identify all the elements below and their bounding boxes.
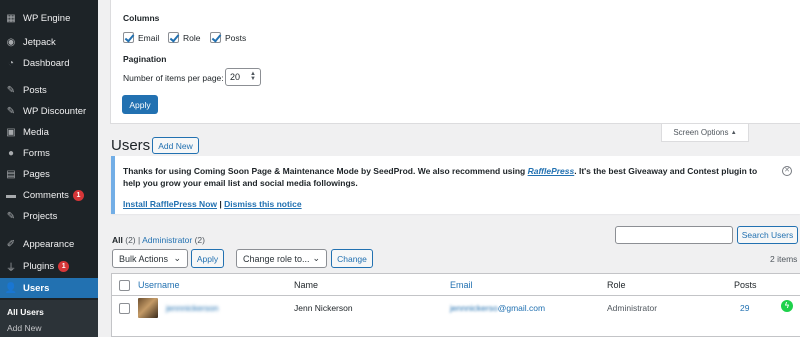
brush-icon: ✐ xyxy=(6,238,16,250)
row-posts-count[interactable]: 29 xyxy=(740,303,749,313)
sidebar-item-media[interactable]: ▣ Media xyxy=(0,122,98,142)
per-page-label: Number of items per page: xyxy=(123,73,224,83)
checkbox-checked-icon xyxy=(168,32,179,43)
media-icon: ▣ xyxy=(6,126,16,138)
pagination-heading: Pagination xyxy=(123,54,167,64)
row-email[interactable]: jennnickerso@gmail.com xyxy=(450,303,545,313)
submenu-all-users[interactable]: All Users xyxy=(7,307,44,317)
user-search-input[interactable] xyxy=(615,226,733,244)
column-header-email[interactable]: Email xyxy=(450,280,473,290)
row-username[interactable]: jennnickerson xyxy=(166,303,218,313)
items-count: 2 items xyxy=(770,254,798,264)
screen-options-panel: Columns Email Role Posts Pagination Numb… xyxy=(110,0,800,124)
column-posts-checkbox[interactable]: Posts xyxy=(210,32,246,43)
plugin-notice: Thanks for using Coming Soon Page & Main… xyxy=(111,156,800,214)
sidebar-item-appearance[interactable]: ✐ Appearance xyxy=(0,234,98,254)
user-icon: 👤 xyxy=(4,282,18,294)
pin-icon: ✎ xyxy=(6,84,16,96)
row-role: Administrator xyxy=(607,303,658,313)
sidebar-item-jetpack[interactable]: ◉ Jetpack xyxy=(0,32,98,52)
spinner-arrows-icon[interactable]: ▲ ▼ xyxy=(250,71,256,82)
column-role-checkbox[interactable]: Role xyxy=(168,32,200,43)
sidebar-item-comments[interactable]: ▬ Comments 1 xyxy=(0,185,98,205)
column-header-role: Role xyxy=(607,280,626,290)
comments-count-badge: 1 xyxy=(72,189,84,201)
checkbox-checked-icon xyxy=(210,32,221,43)
select-all-checkbox[interactable] xyxy=(119,280,130,291)
columns-heading: Columns xyxy=(123,13,160,23)
bulk-actions-select[interactable]: Bulk Actions ⌄ xyxy=(112,249,188,268)
jetpack-icon: ◉ xyxy=(6,36,16,48)
wp-engine-icon: ▦ xyxy=(6,12,16,24)
admin-sidebar: ▦ WP Engine ◉ Jetpack ◔ Dashboard ✎ Posts ✎ W… xyxy=(0,0,98,337)
install-rafflepress-link[interactable]: Install RafflePress Now xyxy=(123,199,217,209)
add-new-user-button[interactable]: Add New xyxy=(152,137,199,154)
row-name: Jenn Nickerson xyxy=(294,303,353,313)
sidebar-item-pages[interactable]: ▤ Pages xyxy=(0,164,98,184)
forms-icon: ● xyxy=(7,147,15,159)
notice-actions: Install RafflePress Now | Dismiss this n… xyxy=(123,199,302,209)
column-header-name[interactable]: Name xyxy=(294,280,318,290)
row-checkbox[interactable] xyxy=(119,303,130,314)
filter-all[interactable]: All xyxy=(112,235,123,245)
caret-up-icon: ▲ xyxy=(730,129,737,136)
rafflepress-link[interactable]: RafflePress xyxy=(528,166,575,176)
filter-administrator[interactable]: Administrator xyxy=(142,235,192,245)
plug-icon: ⏚ xyxy=(6,262,16,274)
change-role-select[interactable]: Change role to... ⌄ xyxy=(236,249,327,268)
per-page-input[interactable]: 20 ▲ ▼ xyxy=(225,68,261,86)
role-filter-links: All (2) | Administrator (2) xyxy=(112,235,205,245)
sidebar-item-wp-engine[interactable]: ▦ WP Engine xyxy=(0,8,98,28)
users-submenu: All Users Add New xyxy=(0,300,98,337)
screen-options-apply-button[interactable]: Apply xyxy=(122,95,158,114)
sidebar-item-projects[interactable]: ✎ Projects xyxy=(0,206,98,226)
close-icon[interactable]: ✕ xyxy=(782,166,792,176)
pages-icon: ▤ xyxy=(6,168,16,180)
sidebar-item-posts[interactable]: ✎ Posts xyxy=(0,80,98,100)
screen-options-toggle[interactable]: Screen Options ▲ xyxy=(661,124,749,142)
chevron-down-icon: ⌄ xyxy=(312,253,320,263)
plugins-count-badge: 1 xyxy=(58,260,70,272)
lightning-icon: ϟ xyxy=(781,300,793,312)
comment-icon: ▬ xyxy=(6,189,16,201)
bulk-apply-button[interactable]: Apply xyxy=(191,249,224,268)
sidebar-item-users[interactable]: 👤 Users xyxy=(0,278,98,298)
page-title: Users xyxy=(111,137,151,154)
checkbox-checked-icon xyxy=(123,32,134,43)
sidebar-item-dashboard[interactable]: ◔ Dashboard xyxy=(0,53,98,73)
search-users-button[interactable]: Search Users xyxy=(737,226,798,244)
column-header-posts: Posts xyxy=(734,280,757,290)
change-role-button[interactable]: Change xyxy=(331,249,373,268)
sidebar-item-plugins[interactable]: ⏚ Plugins 1 xyxy=(0,256,98,276)
column-header-username[interactable]: Username xyxy=(138,280,180,290)
dashboard-icon: ◔ xyxy=(7,57,15,69)
chevron-down-icon: ⌄ xyxy=(173,253,181,263)
sidebar-item-forms[interactable]: ● Forms xyxy=(0,143,98,163)
submenu-add-new[interactable]: Add New xyxy=(7,323,42,333)
sidebar-item-wp-discounter[interactable]: ✎ WP Discounter xyxy=(0,101,98,121)
avatar xyxy=(138,298,158,318)
column-email-checkbox[interactable]: Email xyxy=(123,32,159,43)
pin-icon: ✎ xyxy=(6,105,16,117)
dismiss-notice-link[interactable]: Dismiss this notice xyxy=(224,199,301,209)
pin-icon: ✎ xyxy=(6,210,16,222)
notice-text: Thanks for using Coming Soon Page & Main… xyxy=(123,166,758,188)
header-divider xyxy=(112,295,800,296)
